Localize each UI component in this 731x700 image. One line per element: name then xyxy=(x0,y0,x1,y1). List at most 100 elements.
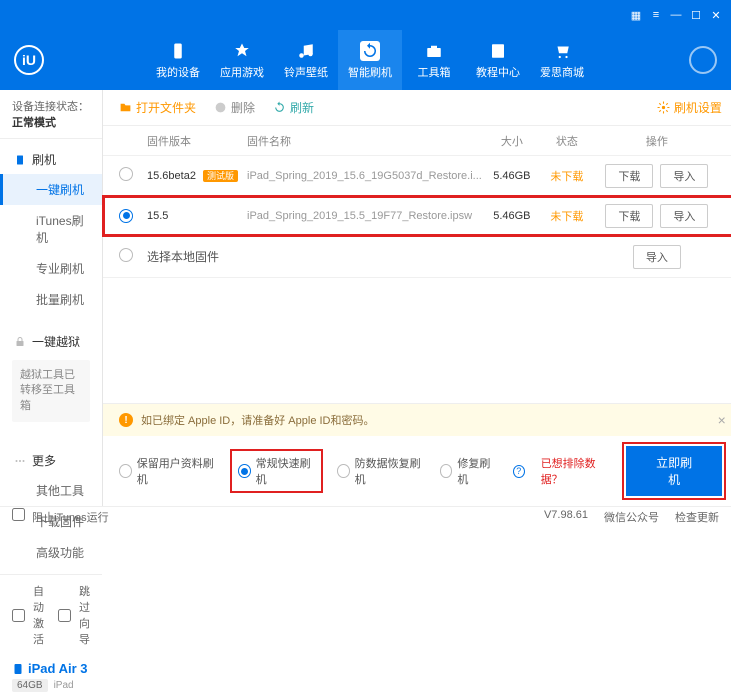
nav-tutorials[interactable]: 教程中心 xyxy=(466,30,530,90)
status-bar: 阻止iTunes运行 V7.98.61 微信公众号 检查更新 xyxy=(0,506,731,526)
refresh-icon xyxy=(360,41,380,61)
nav-apps[interactable]: 应用游戏 xyxy=(210,30,274,90)
music-icon xyxy=(296,41,316,61)
fw-version: 15.5 xyxy=(147,210,168,222)
sidebar-item-oneclick[interactable]: 一键刷机 xyxy=(0,174,102,205)
appleid-warning: ! 如已绑定 Apple ID，请准备好 Apple ID和密码。 × xyxy=(103,404,731,436)
info-icon[interactable]: ? xyxy=(513,465,525,478)
firmware-row-selected[interactable]: 15.5 iPad_Spring_2019_15.5_19F77_Restore… xyxy=(103,196,731,236)
row-radio[interactable] xyxy=(119,167,133,181)
nav-toolbox[interactable]: 工具箱 xyxy=(402,30,466,90)
refresh-icon xyxy=(273,101,286,114)
th-status: 状态 xyxy=(542,133,592,149)
beta-tag: 测试版 xyxy=(203,170,238,182)
device-info[interactable]: iPad Air 3 64GB iPad xyxy=(0,655,102,700)
nav-ringtones[interactable]: 铃声壁纸 xyxy=(274,30,338,90)
local-firmware-row[interactable]: 选择本地固件 导入 xyxy=(103,236,731,278)
sidebar-item-batch[interactable]: 批量刷机 xyxy=(0,284,102,315)
jailbreak-moved-msg: 越狱工具已转移至工具箱 xyxy=(12,360,90,422)
warning-text: 如已绑定 Apple ID，请准备好 Apple ID和密码。 xyxy=(141,412,375,428)
nav-store[interactable]: 爱思商城 xyxy=(530,30,594,90)
exclude-data-link[interactable]: 已想排除数据？ xyxy=(541,455,611,487)
download-button[interactable]: 下载 xyxy=(605,164,653,188)
tb-flash-settings[interactable]: 刷机设置 xyxy=(657,99,722,116)
version-text: V7.98.61 xyxy=(544,509,588,525)
delete-icon xyxy=(214,101,227,114)
firmware-row[interactable]: 15.6beta2 测试版 iPad_Spring_2019_15.6_19G5… xyxy=(103,156,731,196)
tb-label: 刷机设置 xyxy=(674,99,722,116)
import-button[interactable]: 导入 xyxy=(633,245,681,269)
section-title: 刷机 xyxy=(32,151,56,168)
th-ops: 操作 xyxy=(592,133,722,149)
tb-refresh[interactable]: 刷新 xyxy=(273,99,314,116)
th-version: 固件版本 xyxy=(147,133,247,149)
tb-delete[interactable]: 删除 xyxy=(214,99,255,116)
opt-repair[interactable]: 修复刷机 xyxy=(440,455,497,487)
row-radio[interactable] xyxy=(119,248,133,262)
maximize-icon[interactable]: ☐ xyxy=(689,8,703,22)
close-warning-icon[interactable]: × xyxy=(718,412,726,428)
opt-label: 常规快速刷机 xyxy=(256,455,315,487)
app-header: iU 爱思助手 www.i4.cn 我的设备 应用游戏 铃声壁纸 智能刷机 工具… xyxy=(0,30,731,90)
check-update-link[interactable]: 检查更新 xyxy=(675,509,719,525)
nav-label: 铃声壁纸 xyxy=(284,64,328,80)
header-right xyxy=(689,46,717,74)
tb-label: 删除 xyxy=(231,99,255,116)
menu-icon[interactable]: ≡ xyxy=(649,8,663,22)
row-radio[interactable] xyxy=(119,209,133,223)
auto-activate-label: 自动激活 xyxy=(33,583,44,647)
app-icon xyxy=(232,41,252,61)
radio-icon xyxy=(337,464,350,478)
auto-activate-checkbox[interactable] xyxy=(12,609,25,622)
sidebar-item-advanced[interactable]: 高级功能 xyxy=(0,537,102,568)
opt-label: 防数据恢复刷机 xyxy=(355,455,424,487)
opt-normal-flash[interactable]: 常规快速刷机 xyxy=(232,451,321,491)
opt-keep-data[interactable]: 保留用户资料刷机 xyxy=(119,455,216,487)
tb-open-folder[interactable]: 打开文件夹 xyxy=(119,99,196,116)
nav-my-device[interactable]: 我的设备 xyxy=(146,30,210,90)
sidebar-flash-header[interactable]: 刷机 xyxy=(0,145,102,174)
opt-antirecovery[interactable]: 防数据恢复刷机 xyxy=(337,455,424,487)
download-button[interactable] xyxy=(689,46,717,74)
nav-flash[interactable]: 智能刷机 xyxy=(338,30,402,90)
table-header: 固件版本 固件名称 大小 状态 操作 xyxy=(103,126,731,156)
lock-icon xyxy=(14,336,26,348)
nav-label: 应用游戏 xyxy=(220,64,264,80)
sidebar-more-header[interactable]: 更多 xyxy=(0,446,102,475)
tablet-icon xyxy=(12,662,24,676)
download-button[interactable]: 下载 xyxy=(605,204,653,228)
fw-size: 5.46GB xyxy=(482,210,542,222)
nav-label: 我的设备 xyxy=(156,64,200,80)
skip-guide-checkbox[interactable] xyxy=(58,609,71,622)
nav-label: 智能刷机 xyxy=(348,64,392,80)
skip-guide-label: 跳过向导 xyxy=(79,583,90,647)
fw-filename: iPad_Spring_2019_15.5_19F77_Restore.ipsw xyxy=(247,210,482,222)
radio-icon xyxy=(238,464,251,478)
wechat-link[interactable]: 微信公众号 xyxy=(604,509,659,525)
import-button[interactable]: 导入 xyxy=(660,204,708,228)
gear-icon xyxy=(657,101,670,114)
conn-value: 正常模式 xyxy=(12,117,56,129)
sidebar-jailbreak-header[interactable]: 一键越狱 xyxy=(0,327,102,356)
local-fw-label: 选择本地固件 xyxy=(147,248,219,265)
opt-label: 修复刷机 xyxy=(457,455,496,487)
radio-icon xyxy=(440,464,453,478)
radio-icon xyxy=(119,464,132,478)
sidebar-item-other-tools[interactable]: 其他工具 xyxy=(0,475,102,506)
connection-status: 设备连接状态：正常模式 xyxy=(0,90,102,139)
grid-icon[interactable]: ▦ xyxy=(629,8,643,22)
sidebar-item-pro[interactable]: 专业刷机 xyxy=(0,253,102,284)
logo-mark: iU xyxy=(14,45,44,75)
fw-size: 5.46GB xyxy=(482,170,542,182)
close-icon[interactable]: ✕ xyxy=(709,8,723,22)
minimize-icon[interactable]: ― xyxy=(669,8,683,22)
flash-now-button[interactable]: 立即刷机 xyxy=(626,446,721,496)
sidebar-item-download-fw[interactable]: 下载固件 xyxy=(0,506,102,537)
sidebar-bottom: 自动激活 跳过向导 iPad Air 3 64GB iPad xyxy=(0,574,102,700)
sidebar-item-itunes[interactable]: iTunes刷机 xyxy=(0,205,102,253)
tb-label: 打开文件夹 xyxy=(136,99,196,116)
nav-label: 工具箱 xyxy=(418,64,451,80)
book-icon xyxy=(488,41,508,61)
main-nav: 我的设备 应用游戏 铃声壁纸 智能刷机 工具箱 教程中心 爱思商城 xyxy=(146,30,594,90)
import-button[interactable]: 导入 xyxy=(660,164,708,188)
